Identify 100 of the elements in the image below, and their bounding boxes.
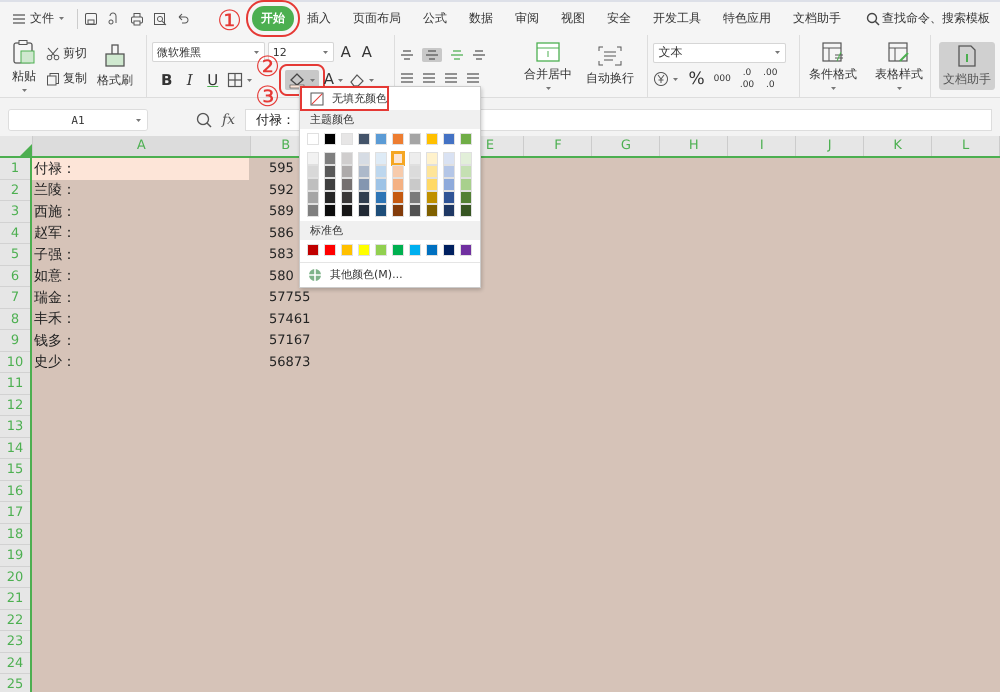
color-swatch[interactable] [426, 244, 438, 256]
color-swatch[interactable] [324, 204, 336, 217]
color-swatch[interactable] [392, 244, 404, 256]
color-swatch[interactable] [426, 133, 438, 145]
color-swatch[interactable] [460, 133, 472, 145]
thousands-button[interactable]: 000 [714, 74, 731, 84]
color-swatch[interactable] [460, 244, 472, 256]
align-button[interactable] [422, 72, 436, 84]
cut-button[interactable]: 剪切 [46, 45, 87, 62]
color-swatch[interactable] [307, 178, 319, 191]
color-swatch[interactable] [307, 133, 319, 145]
ribbon-tab[interactable]: 开发工具 [642, 6, 712, 31]
color-swatch[interactable] [324, 178, 336, 191]
color-swatch[interactable] [392, 165, 404, 178]
text-style-button[interactable]: I [180, 71, 199, 89]
color-swatch[interactable] [324, 191, 336, 204]
color-swatch[interactable] [358, 204, 370, 217]
color-swatch[interactable] [307, 152, 319, 165]
color-swatch[interactable] [426, 165, 438, 178]
color-swatch[interactable] [324, 133, 336, 145]
color-swatch[interactable] [443, 165, 455, 178]
align-button[interactable] [444, 72, 458, 84]
color-swatch[interactable] [392, 178, 404, 191]
color-swatch[interactable] [358, 244, 370, 256]
color-swatch[interactable] [307, 165, 319, 178]
ribbon-tab[interactable]: 文档助手 [782, 6, 852, 31]
color-swatch[interactable] [460, 204, 472, 217]
color-swatch[interactable] [409, 152, 421, 165]
ribbon-tab[interactable]: 插入 [296, 6, 342, 31]
percent-button[interactable]: % [688, 69, 705, 89]
document-assistant-button[interactable]: 文档助手 [939, 42, 995, 90]
color-swatch[interactable] [341, 178, 353, 191]
color-swatch[interactable] [358, 191, 370, 204]
more-colors-item[interactable]: 其他颜色(M)... [300, 262, 480, 283]
color-swatch[interactable] [409, 165, 421, 178]
decrease-decimal-button[interactable]: .00 .0 [763, 68, 778, 90]
color-swatch[interactable] [426, 178, 438, 191]
increase-font-button[interactable]: A [336, 43, 355, 61]
color-swatch[interactable] [324, 152, 336, 165]
color-swatch[interactable] [358, 165, 370, 178]
color-swatch[interactable] [358, 152, 370, 165]
decrease-font-button[interactable]: A [358, 43, 376, 61]
color-swatch[interactable] [375, 152, 387, 165]
color-swatch[interactable] [460, 165, 472, 178]
color-swatch[interactable] [460, 152, 472, 165]
color-swatch[interactable] [443, 133, 455, 145]
color-swatch[interactable] [375, 191, 387, 204]
eraser-button[interactable] [349, 72, 376, 88]
color-swatch[interactable] [392, 133, 404, 145]
currency-button[interactable] [653, 71, 680, 87]
align-button[interactable] [400, 49, 414, 61]
color-swatch[interactable] [375, 133, 387, 145]
ribbon-tab[interactable]: 数据 [458, 6, 504, 31]
paste-button[interactable]: 粘贴 [8, 37, 40, 95]
align-button[interactable] [466, 72, 480, 84]
number-format-select[interactable]: 文本 [653, 42, 786, 62]
color-swatch[interactable] [426, 152, 438, 165]
table-style-button[interactable]: 表格样式 [871, 39, 927, 93]
search-field[interactable]: 查找命令、搜索模板 [866, 10, 990, 27]
color-swatch[interactable] [358, 133, 370, 145]
color-swatch[interactable] [341, 244, 353, 256]
color-swatch[interactable] [324, 244, 336, 256]
color-swatch[interactable] [392, 152, 404, 165]
color-swatch[interactable] [375, 204, 387, 217]
color-swatch[interactable] [392, 191, 404, 204]
color-swatch[interactable] [341, 152, 353, 165]
align-button[interactable] [472, 49, 486, 61]
ribbon-tab[interactable]: 视图 [550, 6, 596, 31]
color-swatch[interactable] [443, 152, 455, 165]
color-swatch[interactable] [375, 244, 387, 256]
color-swatch[interactable] [324, 165, 336, 178]
color-swatch[interactable] [375, 178, 387, 191]
color-swatch[interactable] [409, 244, 421, 256]
conditional-format-button[interactable]: 条件格式 [805, 39, 861, 93]
no-fill-item[interactable]: 无填充颜色 [302, 88, 387, 109]
color-swatch[interactable] [460, 178, 472, 191]
function-label[interactable]: fx [222, 112, 236, 128]
merge-center-button[interactable]: 合并居中 [520, 39, 576, 93]
color-swatch[interactable] [375, 165, 387, 178]
color-swatch[interactable] [358, 178, 370, 191]
ribbon-tab[interactable]: 页面布局 [342, 6, 412, 31]
ribbon-tab[interactable]: 公式 [412, 6, 458, 31]
color-swatch[interactable] [409, 204, 421, 217]
color-swatch[interactable] [341, 191, 353, 204]
color-swatch[interactable] [409, 178, 421, 191]
color-swatch[interactable] [409, 133, 421, 145]
name-box[interactable]: A1 [8, 109, 148, 131]
borders-button[interactable] [226, 72, 253, 88]
color-swatch[interactable] [341, 165, 353, 178]
color-swatch[interactable] [426, 204, 438, 217]
color-swatch[interactable] [460, 191, 472, 204]
file-menu[interactable]: 文件 [8, 10, 71, 27]
color-swatch[interactable] [341, 133, 353, 145]
align-button[interactable] [422, 48, 442, 62]
ribbon-tab[interactable]: 特色应用 [712, 6, 782, 31]
color-swatch[interactable] [443, 244, 455, 256]
ribbon-tab[interactable]: 安全 [596, 6, 642, 31]
align-button[interactable] [400, 72, 414, 84]
text-style-button[interactable]: B [158, 71, 176, 89]
color-swatch[interactable] [307, 244, 319, 256]
